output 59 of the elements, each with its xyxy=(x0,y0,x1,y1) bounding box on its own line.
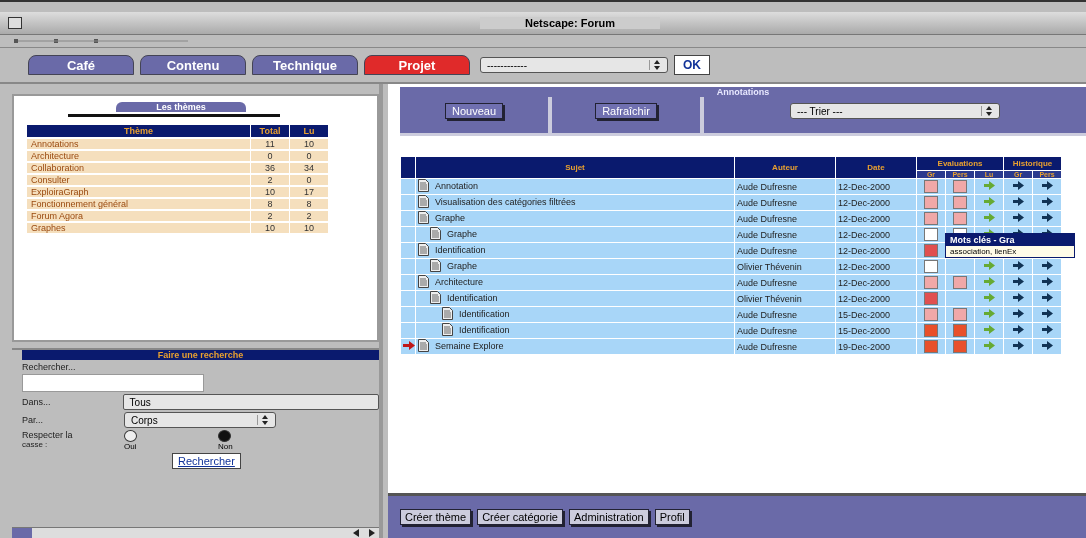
table-cell: 0 xyxy=(290,151,328,161)
column-header: Historique xyxy=(1004,157,1062,170)
panel-title: Annotations xyxy=(400,87,1086,97)
column-header: Thème xyxy=(27,125,250,137)
field-label: Respecter la xyxy=(22,430,74,440)
table-cell: Aude Dufresne xyxy=(735,243,835,258)
table-cell: 10 xyxy=(290,223,328,233)
column-header: Date xyxy=(836,157,916,178)
table-cell: 34 xyxy=(290,163,328,173)
table-cell: 19-Dec-2000 xyxy=(836,339,916,354)
table-cell: 12-Dec-2000 xyxy=(836,195,916,210)
field-label: Rechercher... xyxy=(22,362,77,372)
table-cell: 2 xyxy=(290,211,328,221)
table-cell: 12-Dec-2000 xyxy=(836,259,916,274)
window-title: Netscape: Forum xyxy=(480,17,660,29)
column-header: Total xyxy=(251,125,289,137)
search-title: Faire une recherche xyxy=(22,350,379,360)
table-cell: 2 xyxy=(251,211,289,221)
table-cell: 11 xyxy=(251,139,289,149)
table-cell: Aude Dufresne xyxy=(735,227,835,242)
table-cell: 0 xyxy=(290,175,328,185)
table-cell: 10 xyxy=(251,223,289,233)
field-label: Dans... xyxy=(22,397,52,407)
radio-label: Oui xyxy=(124,442,137,451)
table-cell: 8 xyxy=(251,199,289,209)
table-cell: Aude Dufresne xyxy=(735,275,835,290)
tooltip-text: association, lienEx xyxy=(949,246,1018,257)
table-cell: Aude Dufresne xyxy=(735,195,835,210)
column-header: Auteur xyxy=(735,157,835,178)
table-cell: Olivier Thévenin xyxy=(735,291,835,306)
table-cell: 2 xyxy=(251,175,289,185)
table-cell: Aude Dufresne xyxy=(735,179,835,194)
column-header: Lu xyxy=(290,125,328,137)
table-cell: Olivier Thévenin xyxy=(735,259,835,274)
table-cell: 36 xyxy=(251,163,289,173)
table-cell: Aude Dufresne xyxy=(735,323,835,338)
table-cell: 0 xyxy=(251,151,289,161)
field-label: Par... xyxy=(22,415,44,425)
table-cell: Aude Dufresne xyxy=(735,307,835,322)
table-cell: 10 xyxy=(290,139,328,149)
table-cell: 12-Dec-2000 xyxy=(836,227,916,242)
field-label: casse : xyxy=(22,440,49,449)
table-cell: 15-Dec-2000 xyxy=(836,323,916,338)
table-cell: 15-Dec-2000 xyxy=(836,307,916,322)
column-header: Evaluations xyxy=(917,157,1004,170)
radio-label: Non xyxy=(218,442,233,451)
table-cell: 17 xyxy=(290,187,328,197)
table-cell: 12-Dec-2000 xyxy=(836,243,916,258)
table-cell: Aude Dufresne xyxy=(735,211,835,226)
table-cell: Aude Dufresne xyxy=(735,339,835,354)
table-cell: 12-Dec-2000 xyxy=(836,179,916,194)
themes-title: Les thèmes xyxy=(116,102,246,112)
table-cell: 12-Dec-2000 xyxy=(836,291,916,306)
table-cell: 8 xyxy=(290,199,328,209)
table-cell: 10 xyxy=(251,187,289,197)
tooltip-title: Mots clés - Gra xyxy=(946,234,1074,246)
column-header: Sujet xyxy=(416,157,734,178)
table-cell: 12-Dec-2000 xyxy=(836,275,916,290)
table-cell: 12-Dec-2000 xyxy=(836,211,916,226)
